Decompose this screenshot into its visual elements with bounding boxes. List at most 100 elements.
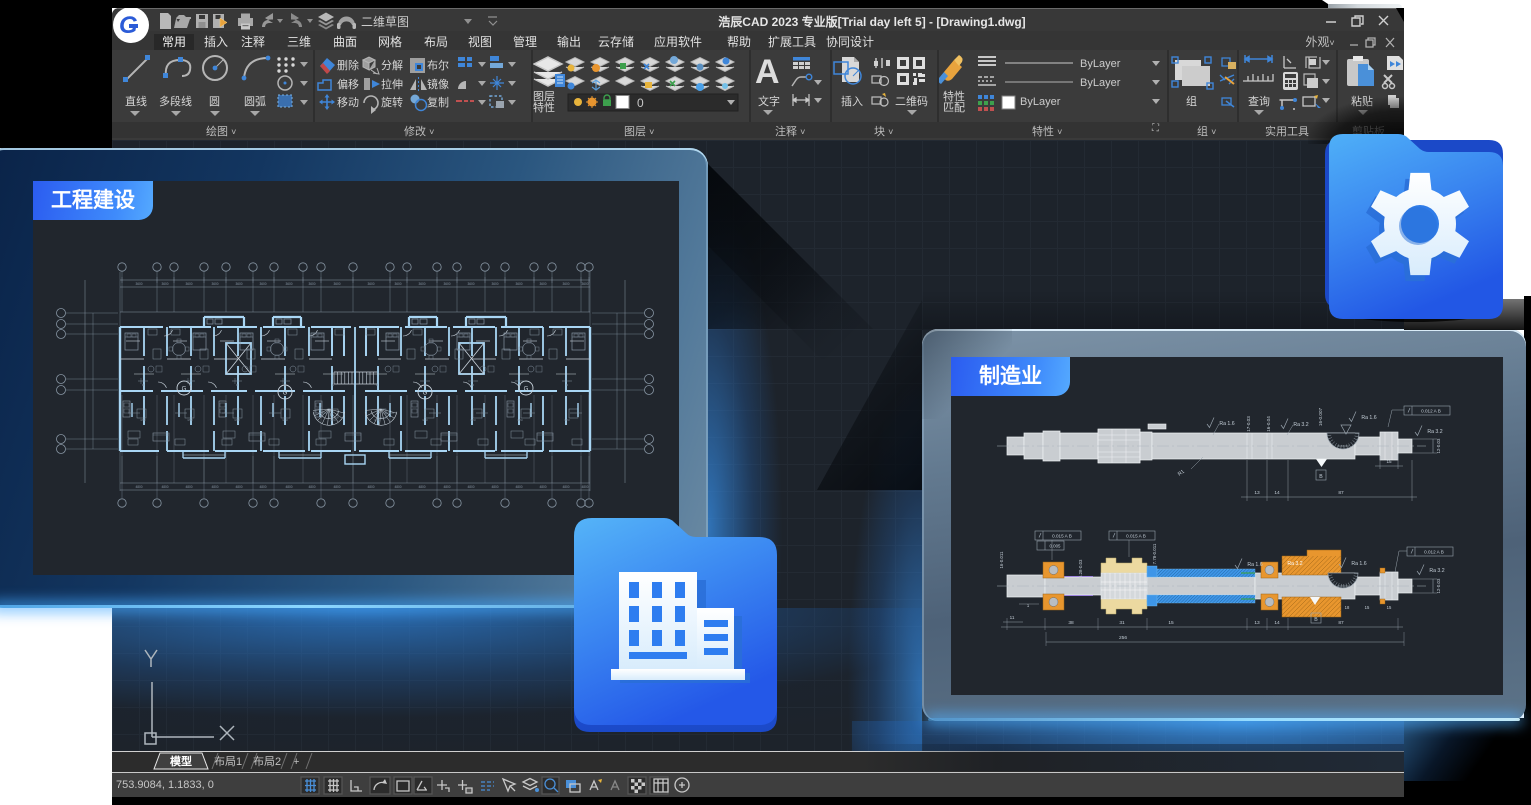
svg-text:4800: 4800 <box>259 485 266 489</box>
svg-text:3600: 3600 <box>135 282 142 286</box>
svg-text:16-0.007: 16-0.007 <box>1318 407 1323 426</box>
svg-text:M M: M M <box>331 419 336 422</box>
svg-text:4800: 4800 <box>491 485 498 489</box>
svg-text:31: 31 <box>1119 620 1125 626</box>
svg-text:M: M <box>376 384 378 387</box>
svg-text:M: M <box>189 384 191 387</box>
svg-text:3600: 3600 <box>562 282 569 286</box>
svg-text:87: 87 <box>1338 620 1344 626</box>
svg-text:4800: 4800 <box>308 485 315 489</box>
svg-text:Ra 1.6: Ra 1.6 <box>1351 561 1366 567</box>
svg-text:3600: 3600 <box>211 282 218 286</box>
svg-text:模型: 模型 <box>170 754 192 768</box>
svg-text:1: 1 <box>1027 603 1030 608</box>
svg-text:3600: 3600 <box>367 282 374 286</box>
svg-text:Ra 3.2: Ra 3.2 <box>1429 568 1444 574</box>
svg-text:3600: 3600 <box>581 282 588 286</box>
svg-text:M: M <box>284 384 286 387</box>
svg-text:4800: 4800 <box>333 485 340 489</box>
svg-text:G: G <box>423 391 428 397</box>
svg-text:4800: 4800 <box>161 485 168 489</box>
svg-text:4800: 4800 <box>418 485 425 489</box>
svg-text:3600: 3600 <box>185 282 192 286</box>
svg-text:16.28-0.03: 16.28-0.03 <box>1078 559 1083 581</box>
svg-text:0.012 A B: 0.012 A B <box>1421 409 1441 414</box>
svg-text:0.015 A B: 0.015 A B <box>1126 534 1146 539</box>
svg-text:15: 15 <box>1386 459 1392 464</box>
svg-text:M M: M M <box>141 419 146 422</box>
svg-text:M M: M M <box>235 419 240 422</box>
svg-text:13: 13 <box>1254 620 1260 626</box>
svg-text:M: M <box>332 384 334 387</box>
svg-text:G: G <box>524 387 529 393</box>
svg-text:4800: 4800 <box>235 485 242 489</box>
svg-text:3600: 3600 <box>333 282 340 286</box>
svg-text:4800: 4800 <box>211 485 218 489</box>
svg-text:16-0.04: 16-0.04 <box>1266 416 1271 432</box>
svg-text:R1: R1 <box>1177 469 1186 478</box>
svg-text:M M: M M <box>471 419 476 422</box>
svg-text:0.005: 0.005 <box>1050 544 1062 549</box>
svg-text:M M: M M <box>283 419 288 422</box>
svg-text:B: B <box>1314 617 1318 623</box>
svg-text:12-0.03: 12-0.03 <box>1436 578 1441 593</box>
svg-text:3600: 3600 <box>285 282 292 286</box>
svg-text:3600: 3600 <box>259 282 266 286</box>
svg-text:4800: 4800 <box>515 485 522 489</box>
svg-text:3600: 3600 <box>443 282 450 286</box>
svg-text:0.015 A B: 0.015 A B <box>1052 534 1072 539</box>
svg-text:3600: 3600 <box>539 282 546 286</box>
svg-text:18: 18 <box>1345 605 1350 610</box>
svg-text:12-0.03: 12-0.03 <box>1436 438 1441 453</box>
svg-text:16-0.011: 16-0.011 <box>999 551 1004 569</box>
svg-text:Ra 1.6: Ra 1.6 <box>1219 421 1234 427</box>
svg-text:0.012 A B: 0.012 A B <box>1424 550 1444 555</box>
svg-text:M M: M M <box>565 419 570 422</box>
svg-text:M M: M M <box>518 419 523 422</box>
svg-text:布局1: 布局1 <box>214 755 242 768</box>
svg-text:38: 38 <box>1068 620 1074 626</box>
svg-text:15: 15 <box>1365 605 1370 610</box>
svg-text:M M: M M <box>423 419 428 422</box>
svg-text:3600: 3600 <box>467 282 474 286</box>
svg-text:M: M <box>472 384 474 387</box>
svg-text:3600: 3600 <box>235 282 242 286</box>
svg-text:M: M <box>424 384 426 387</box>
svg-text:M: M <box>566 384 568 387</box>
svg-text:3600: 3600 <box>418 282 425 286</box>
svg-text:4800: 4800 <box>581 485 588 489</box>
svg-text:3600: 3600 <box>394 282 401 286</box>
svg-text:14: 14 <box>1274 620 1280 626</box>
svg-text:4800: 4800 <box>367 485 374 489</box>
svg-text:11: 11 <box>1010 615 1015 620</box>
svg-text:13: 13 <box>1254 490 1260 496</box>
svg-text:7.78-0.011: 7.78-0.011 <box>1152 543 1157 564</box>
svg-text:4800: 4800 <box>562 485 569 489</box>
svg-text:14: 14 <box>1274 490 1280 496</box>
svg-text:17-0.03: 17-0.03 <box>1246 416 1251 432</box>
svg-text:256: 256 <box>1119 635 1127 641</box>
svg-text:布局2: 布局2 <box>253 755 281 768</box>
svg-text:4800: 4800 <box>394 485 401 489</box>
svg-text:3600: 3600 <box>515 282 522 286</box>
svg-text:4800: 4800 <box>443 485 450 489</box>
svg-text:M M: M M <box>188 419 193 422</box>
svg-text:G: G <box>283 391 288 397</box>
svg-text:87: 87 <box>1338 490 1344 496</box>
svg-text:二维草图: 二维草图 <box>361 15 409 29</box>
svg-text:Ra 3.2: Ra 3.2 <box>1287 561 1302 567</box>
svg-text:4800: 4800 <box>185 485 192 489</box>
svg-text:G: G <box>182 387 187 393</box>
svg-text:15: 15 <box>1387 605 1392 610</box>
svg-text:M: M <box>142 384 144 387</box>
svg-text:3600: 3600 <box>308 282 315 286</box>
svg-text:15: 15 <box>1168 620 1174 626</box>
svg-text:4800: 4800 <box>135 485 142 489</box>
svg-text:4800: 4800 <box>467 485 474 489</box>
svg-text:Ra 3.2: Ra 3.2 <box>1427 429 1442 435</box>
svg-text:4800: 4800 <box>285 485 292 489</box>
svg-text:M: M <box>236 384 238 387</box>
svg-text:M M: M M <box>375 419 380 422</box>
svg-text:Ra 1.6: Ra 1.6 <box>1361 415 1376 421</box>
svg-text:Ra 1.6: Ra 1.6 <box>1247 562 1262 568</box>
